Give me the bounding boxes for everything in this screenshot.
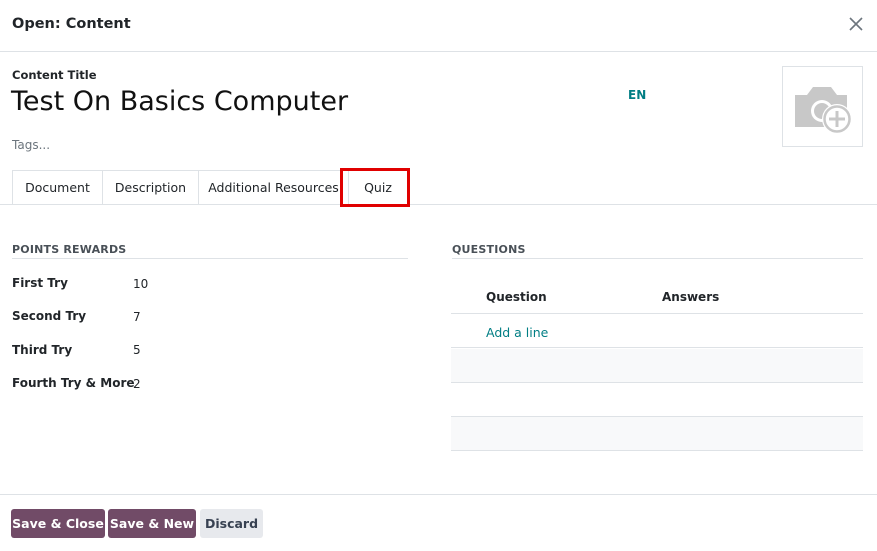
table-row: [451, 417, 863, 451]
save-close-button[interactable]: Save & Close: [11, 509, 105, 538]
answers-column-header[interactable]: Answers: [662, 290, 719, 304]
close-icon[interactable]: [847, 15, 865, 33]
first-try-label: First Try: [12, 276, 68, 290]
content-title-input[interactable]: Test On Basics Computer: [11, 86, 348, 117]
third-try-label: Third Try: [12, 343, 73, 357]
save-new-button[interactable]: Save & New: [108, 509, 196, 538]
language-button[interactable]: EN: [628, 88, 646, 102]
second-try-label: Second Try: [12, 309, 87, 323]
tab-description[interactable]: Description: [102, 170, 198, 205]
dialog-header: Open: Content: [0, 0, 877, 52]
quiz-tab-highlight: [340, 168, 410, 207]
image-upload-field[interactable]: [782, 66, 863, 147]
dialog-title: Open: Content: [12, 16, 131, 32]
table-row: [451, 383, 863, 417]
add-a-line-link[interactable]: Add a line: [486, 325, 548, 340]
third-try-value[interactable]: 5: [133, 343, 141, 357]
content-title-label: Content Title: [12, 68, 97, 82]
table-row: [451, 349, 863, 383]
discard-button[interactable]: Discard: [200, 509, 263, 538]
question-column-header[interactable]: Question: [486, 290, 547, 304]
points-rewards-divider: [12, 258, 408, 259]
camera-add-icon: [795, 87, 852, 134]
tab-additional-resources[interactable]: Additional Resources: [198, 170, 348, 205]
second-try-value[interactable]: 7: [133, 310, 141, 324]
tab-document[interactable]: Document: [12, 170, 102, 205]
fourth-try-value[interactable]: 2: [133, 377, 141, 391]
tags-input[interactable]: Tags...: [12, 138, 50, 152]
questions-divider: [452, 258, 863, 259]
points-rewards-title: POINTS REWARDS: [12, 243, 127, 256]
fourth-try-label: Fourth Try & More: [12, 376, 135, 390]
first-try-value[interactable]: 10: [133, 277, 148, 291]
questions-title: QUESTIONS: [452, 243, 526, 256]
